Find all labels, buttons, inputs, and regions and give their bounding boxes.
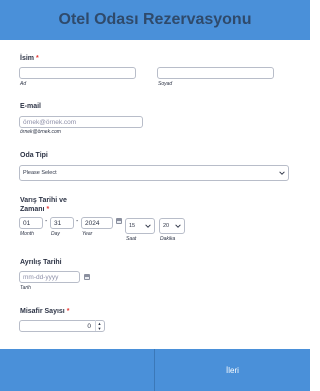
email-input[interactable]: örnek@örnek.com xyxy=(19,116,143,128)
required-marker: * xyxy=(46,206,50,213)
guests-label: Misafir Sayısı * xyxy=(20,308,70,315)
departure-label: Ayrılış Tarihi xyxy=(20,259,62,266)
arrival-label: Varış Tarihi ve Zamanı * xyxy=(20,197,67,213)
room-type-select[interactable]: Please Select xyxy=(19,165,289,181)
year-sublabel: Year xyxy=(82,231,93,237)
required-marker: * xyxy=(35,55,39,62)
email-label: E-mail xyxy=(20,103,42,110)
next-button[interactable]: İleri xyxy=(155,349,310,391)
month-sublabel: Month xyxy=(20,231,34,237)
form-title: Otel Odası Rezervasyonu xyxy=(58,11,252,28)
guests-stepper[interactable]: ▲ ▼ xyxy=(95,320,103,331)
arrival-hour-select[interactable]: 15 xyxy=(125,218,155,234)
form-footer: İleri xyxy=(0,349,310,391)
first-name-input[interactable] xyxy=(19,67,136,79)
room-type-selected: Please Select xyxy=(23,170,57,176)
last-name-sublabel: Soyad xyxy=(158,81,173,87)
name-label: İsim * xyxy=(20,55,39,62)
arrival-minute-select[interactable]: 20 xyxy=(159,218,185,234)
departure-sublabel: Tarih xyxy=(20,285,31,291)
email-sublabel: örnek@örnek.com xyxy=(20,129,61,135)
chevron-down-icon xyxy=(175,224,181,228)
decrement-arrow-icon[interactable]: ▼ xyxy=(98,326,102,331)
arrival-day-input[interactable]: 31 xyxy=(50,217,74,229)
chevron-down-icon xyxy=(145,224,151,228)
guests-value: 0 xyxy=(87,322,91,330)
form-header: Otel Odası Rezervasyonu xyxy=(0,0,310,40)
guests-number-input[interactable]: 0 xyxy=(19,320,105,332)
departure-date-input[interactable]: mm-dd-yyyy xyxy=(19,271,80,283)
hour-value: 15 xyxy=(129,223,136,229)
last-name-input[interactable] xyxy=(157,67,274,79)
calendar-icon[interactable] xyxy=(116,218,122,224)
hour-sublabel: Saat xyxy=(126,236,137,242)
minute-sublabel: Dakika xyxy=(160,236,176,242)
calendar-icon[interactable] xyxy=(84,274,90,280)
room-type-label: Oda Tipi xyxy=(20,152,48,159)
date-separator: - xyxy=(45,218,48,225)
first-name-sublabel: Ad xyxy=(20,81,27,87)
date-separator: - xyxy=(76,218,79,225)
arrival-month-input[interactable]: 01 xyxy=(19,217,43,229)
minute-value: 20 xyxy=(163,223,170,229)
chevron-down-icon xyxy=(279,171,285,175)
arrival-year-input[interactable]: 2024 xyxy=(81,217,113,229)
required-marker: * xyxy=(66,308,70,315)
day-sublabel: Day xyxy=(51,231,60,237)
